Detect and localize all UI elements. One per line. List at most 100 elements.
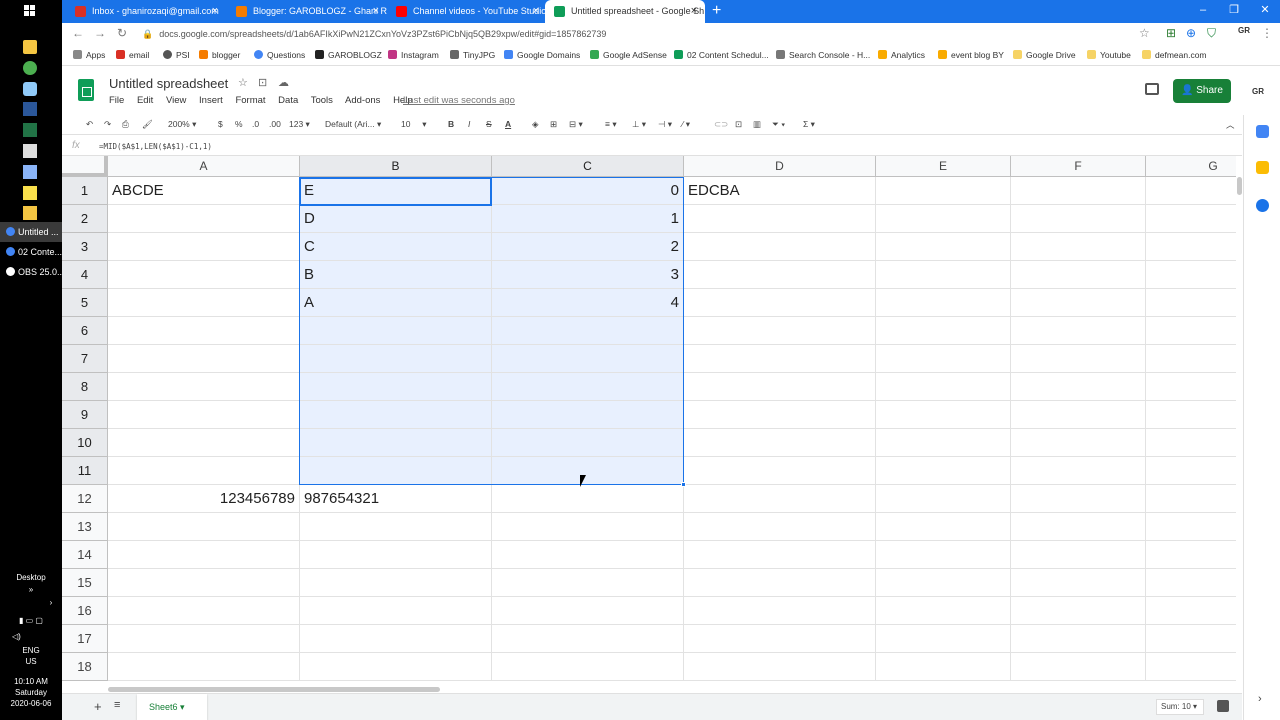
text-color-button[interactable]: A [505, 119, 511, 129]
row-header-14[interactable]: 14 [62, 541, 108, 569]
bookmark-item[interactable]: Analytics [878, 50, 925, 60]
cell-e2[interactable] [876, 205, 1011, 233]
start-icon[interactable] [24, 4, 36, 16]
bookmark-item[interactable]: Instagram [388, 50, 439, 60]
tab-youtube[interactable]: Channel videos - YouTube Studio × [387, 0, 547, 23]
cell-c11[interactable] [492, 457, 684, 485]
cell-d9[interactable] [684, 401, 876, 429]
column-header-b[interactable]: B [300, 156, 492, 177]
insert-link-icon[interactable]: ⊂⊃ [714, 119, 728, 130]
cell-e15[interactable] [876, 569, 1011, 597]
excel-icon[interactable] [23, 123, 37, 137]
cell-b8[interactable] [300, 373, 492, 401]
bookmark-item[interactable]: Youtube [1087, 50, 1131, 60]
italic-button[interactable]: I [468, 119, 470, 129]
horizontal-scroll-thumb[interactable] [108, 687, 440, 692]
document-title[interactable]: Untitled spreadsheet [109, 76, 228, 91]
cell-a1[interactable]: ABCDE [108, 177, 300, 205]
maximize-button[interactable]: ❐ [1219, 0, 1249, 20]
bookmark-item[interactable]: Google Drive [1013, 50, 1076, 60]
fill-handle[interactable] [681, 482, 686, 487]
cell-b14[interactable] [300, 541, 492, 569]
cell-e12[interactable] [876, 485, 1011, 513]
cell-e16[interactable] [876, 597, 1011, 625]
cell-e5[interactable] [876, 289, 1011, 317]
cell-f15[interactable] [1011, 569, 1146, 597]
cell-c14[interactable] [492, 541, 684, 569]
cell-d4[interactable] [684, 261, 876, 289]
cell-e6[interactable] [876, 317, 1011, 345]
column-header-d[interactable]: D [684, 156, 876, 177]
cell-d14[interactable] [684, 541, 876, 569]
cell-g5[interactable] [1146, 289, 1236, 317]
row-header-13[interactable]: 13 [62, 513, 108, 541]
cell-a15[interactable] [108, 569, 300, 597]
menu-edit[interactable]: Edit [137, 95, 153, 106]
cell-f1[interactable] [1011, 177, 1146, 205]
cell-a8[interactable] [108, 373, 300, 401]
undo-icon[interactable]: ↶ [86, 119, 93, 130]
back-icon[interactable]: ← [72, 26, 84, 40]
cell-g10[interactable] [1146, 429, 1236, 457]
bookmark-star-icon[interactable]: ☆ [1139, 26, 1150, 40]
cell-b5[interactable]: A [300, 289, 492, 317]
row-header-16[interactable]: 16 [62, 597, 108, 625]
borders-icon[interactable]: ⊞ [550, 119, 557, 130]
redo-icon[interactable]: ↷ [104, 119, 111, 130]
cell-f6[interactable] [1011, 317, 1146, 345]
cell-c12[interactable] [492, 485, 684, 513]
row-header-4[interactable]: 4 [62, 261, 108, 289]
text-wrap-icon[interactable]: ⊣ ▾ [658, 119, 672, 130]
increase-decimal-button[interactable]: .00 [269, 119, 281, 129]
cell-a18[interactable] [108, 653, 300, 681]
cell-g17[interactable] [1146, 625, 1236, 653]
cell-f13[interactable] [1011, 513, 1146, 541]
sum-status[interactable]: Sum: 10 ▾ [1156, 699, 1204, 715]
cell-d13[interactable] [684, 513, 876, 541]
cell-f10[interactable] [1011, 429, 1146, 457]
calendar-icon[interactable] [1256, 125, 1269, 138]
insert-comment-icon[interactable]: ⊡ [735, 119, 742, 130]
close-icon[interactable]: × [212, 0, 218, 23]
cell-c2[interactable]: 1 [492, 205, 684, 233]
cell-d1[interactable]: EDCBA [684, 177, 876, 205]
row-header-12[interactable]: 12 [62, 485, 108, 513]
column-header-e[interactable]: E [876, 156, 1011, 177]
sticky-notes-icon[interactable] [23, 186, 37, 200]
filter-icon[interactable]: ⏷ ▾ [772, 119, 785, 130]
sheets-logo-icon[interactable] [78, 79, 94, 101]
cell-f14[interactable] [1011, 541, 1146, 569]
bookmark-item[interactable]: GAROBLOGZ [315, 50, 382, 60]
cell-d16[interactable] [684, 597, 876, 625]
cell-f2[interactable] [1011, 205, 1146, 233]
cell-b12[interactable]: 987654321 [300, 485, 492, 513]
cell-e14[interactable] [876, 541, 1011, 569]
forward-icon[interactable]: → [94, 26, 106, 40]
cell-c4[interactable]: 3 [492, 261, 684, 289]
row-header-10[interactable]: 10 [62, 429, 108, 457]
clock-time[interactable]: 10:10 AM [0, 677, 62, 686]
cell-e3[interactable] [876, 233, 1011, 261]
menu-data[interactable]: Data [278, 95, 298, 106]
cell-b7[interactable] [300, 345, 492, 373]
cell-g15[interactable] [1146, 569, 1236, 597]
cell-e4[interactable] [876, 261, 1011, 289]
strikethrough-button[interactable]: S [486, 119, 492, 129]
cell-f7[interactable] [1011, 345, 1146, 373]
font-select[interactable]: Default (Ari... ▾ [325, 119, 381, 130]
cell-d12[interactable] [684, 485, 876, 513]
cell-g18[interactable] [1146, 653, 1236, 681]
close-window-button[interactable]: ✕ [1250, 0, 1280, 20]
row-header-2[interactable]: 2 [62, 205, 108, 233]
bookmark-item[interactable]: Apps [73, 50, 105, 60]
cloud-saved-icon[interactable]: ☁ [278, 76, 289, 89]
currency-format-button[interactable]: $ [218, 119, 223, 129]
rocket-icon[interactable] [23, 82, 37, 96]
cell-a2[interactable] [108, 205, 300, 233]
keep-icon[interactable] [1256, 161, 1269, 174]
cell-f16[interactable] [1011, 597, 1146, 625]
row-header-3[interactable]: 3 [62, 233, 108, 261]
cell-a11[interactable] [108, 457, 300, 485]
cell-b13[interactable] [300, 513, 492, 541]
extension-icon[interactable]: ⊕ [1186, 26, 1196, 40]
